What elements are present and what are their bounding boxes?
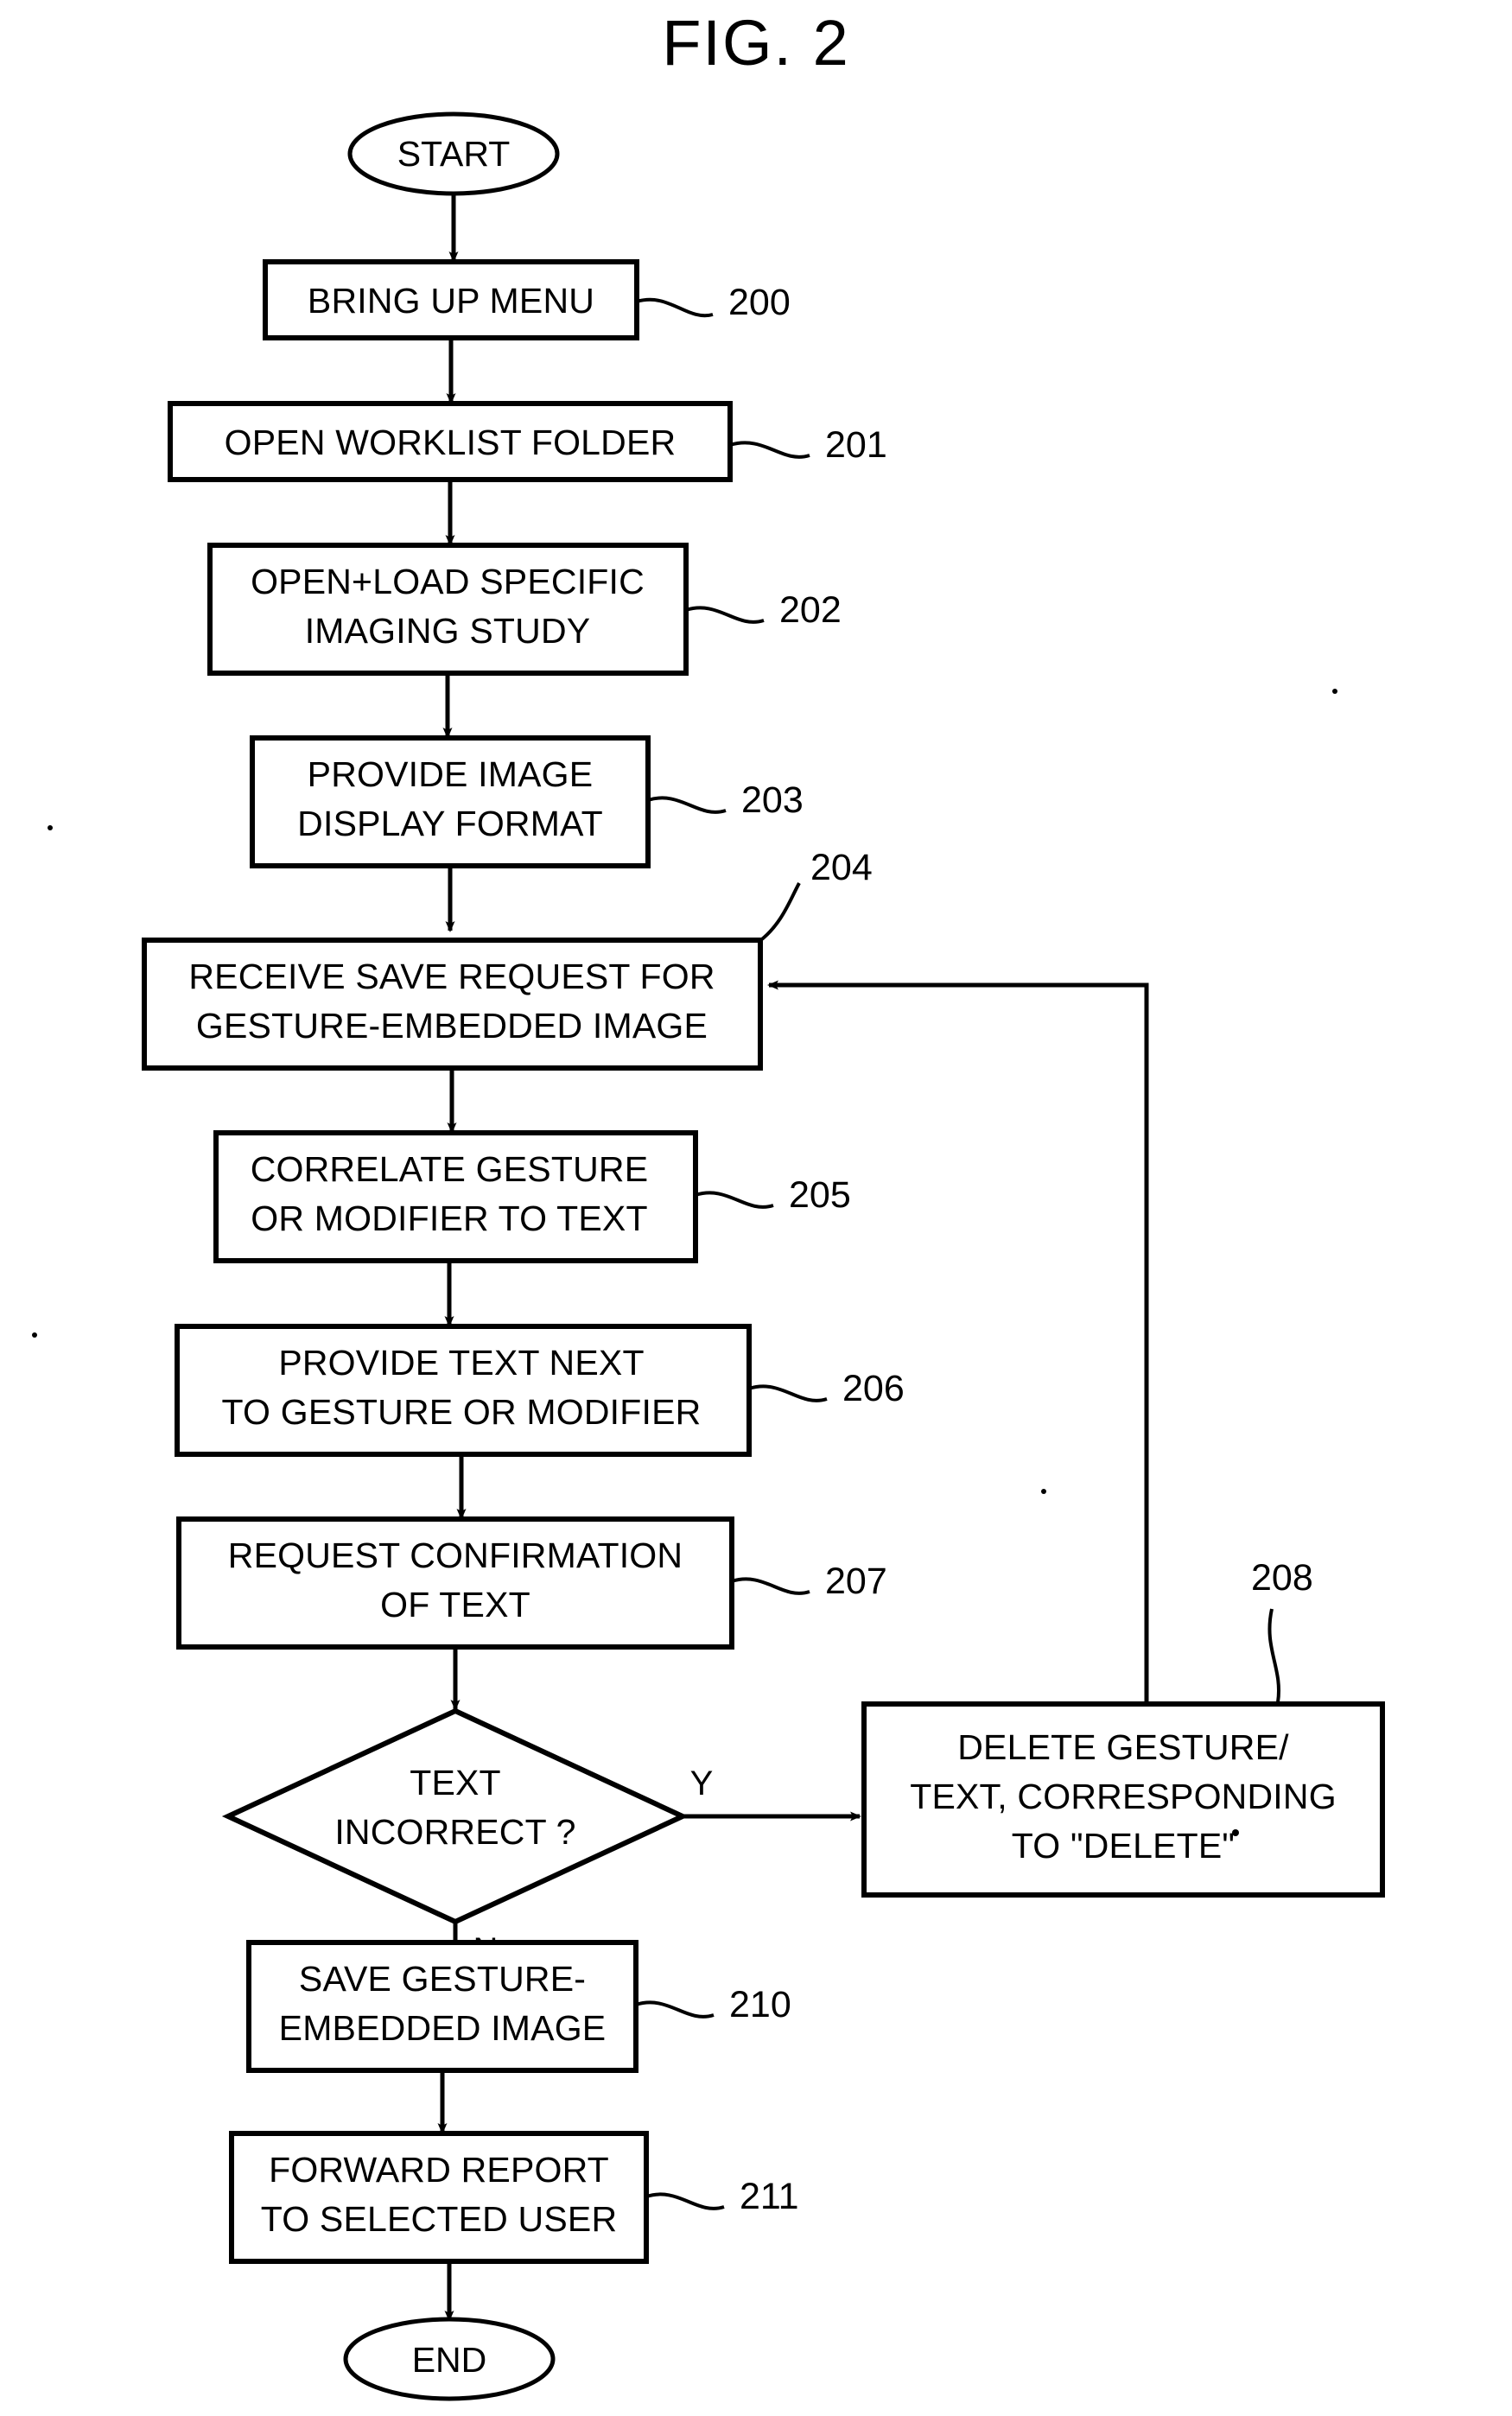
step-label-210-line1: SAVE GESTURE-	[299, 1959, 586, 1999]
leader-line-204	[757, 882, 801, 944]
end-terminator-label: END	[412, 2340, 487, 2380]
patent-figure: FIG. 2 START BRING UP MENU 200 OPEN WORK…	[0, 0, 1512, 2416]
step-label-202-line1: OPEN+LOAD SPECIFIC	[251, 562, 645, 601]
step-label-206-line2: TO GESTURE OR MODIFIER	[222, 1392, 702, 1432]
leader-line-206	[748, 1384, 828, 1402]
ref-number-204: 204	[810, 847, 873, 888]
leader-line-203	[647, 796, 727, 814]
step-label-200-line1: BRING UP MENU	[308, 281, 594, 321]
step-label-208-line3: TO "DELETE"	[1012, 1826, 1235, 1866]
leader-line-210	[635, 2000, 715, 2019]
leader-line-205	[695, 1191, 774, 1209]
step-label-211-line1: FORWARD REPORT	[269, 2150, 609, 2190]
scan-speck	[32, 1332, 37, 1338]
scan-speck	[48, 825, 53, 830]
leader-line-211	[645, 2192, 725, 2210]
ref-number-211: 211	[740, 2176, 799, 2217]
step-label-204-line2: GESTURE-EMBEDDED IMAGE	[196, 1006, 708, 1046]
start-terminator-label: START	[397, 134, 511, 174]
scan-speck	[1332, 689, 1337, 694]
leader-line-202	[685, 606, 765, 624]
step-label-205-line1: CORRELATE GESTURE	[251, 1149, 649, 1189]
step-label-204-line1: RECEIVE SAVE REQUEST FOR	[188, 957, 715, 996]
leader-line-208	[1267, 1608, 1280, 1703]
step-label-210-line2: EMBEDDED IMAGE	[279, 2008, 607, 2048]
ref-number-208: 208	[1251, 1557, 1313, 1599]
step-label-207-line1: REQUEST CONFIRMATION	[228, 1535, 683, 1575]
scan-speck	[1041, 1489, 1046, 1494]
step-label-205-line2: OR MODIFIER TO TEXT	[251, 1198, 647, 1238]
scan-speck	[1232, 1829, 1239, 1836]
branch-label-yes: Y	[690, 1764, 714, 1802]
step-label-201-line1: OPEN WORKLIST FOLDER	[225, 423, 677, 462]
ref-number-202: 202	[779, 589, 842, 631]
ref-number-205: 205	[789, 1174, 851, 1216]
step-label-206-line1: PROVIDE TEXT NEXT	[278, 1343, 644, 1383]
leader-line-200	[636, 297, 714, 318]
step-label-208-line1: DELETE GESTURE/	[957, 1727, 1289, 1767]
decision-label-line1: TEXT	[410, 1763, 501, 1802]
step-label-202-line2: IMAGING STUDY	[305, 611, 591, 651]
step-label-207-line2: OF TEXT	[380, 1585, 530, 1624]
step-label-203-line1: PROVIDE IMAGE	[308, 754, 594, 794]
figure-title: FIG. 2	[662, 7, 850, 79]
step-label-211-line2: TO SELECTED USER	[261, 2199, 618, 2239]
leader-line-207	[731, 1577, 810, 1595]
ref-number-203: 203	[741, 779, 804, 821]
ref-number-207: 207	[825, 1561, 887, 1602]
decision-label-line2: INCORRECT ?	[334, 1812, 575, 1852]
step-label-208-line2: TEXT, CORRESPONDING	[910, 1777, 1337, 1816]
ref-number-200: 200	[728, 282, 791, 323]
ref-number-210: 210	[729, 1984, 791, 2025]
ref-number-201: 201	[825, 424, 887, 466]
ref-number-206: 206	[842, 1368, 905, 1409]
flowchart-canvas: FIG. 2 START BRING UP MENU 200 OPEN WORK…	[32, 7, 1385, 2401]
step-label-203-line2: DISPLAY FORMAT	[297, 804, 603, 843]
leader-line-201	[729, 441, 810, 459]
